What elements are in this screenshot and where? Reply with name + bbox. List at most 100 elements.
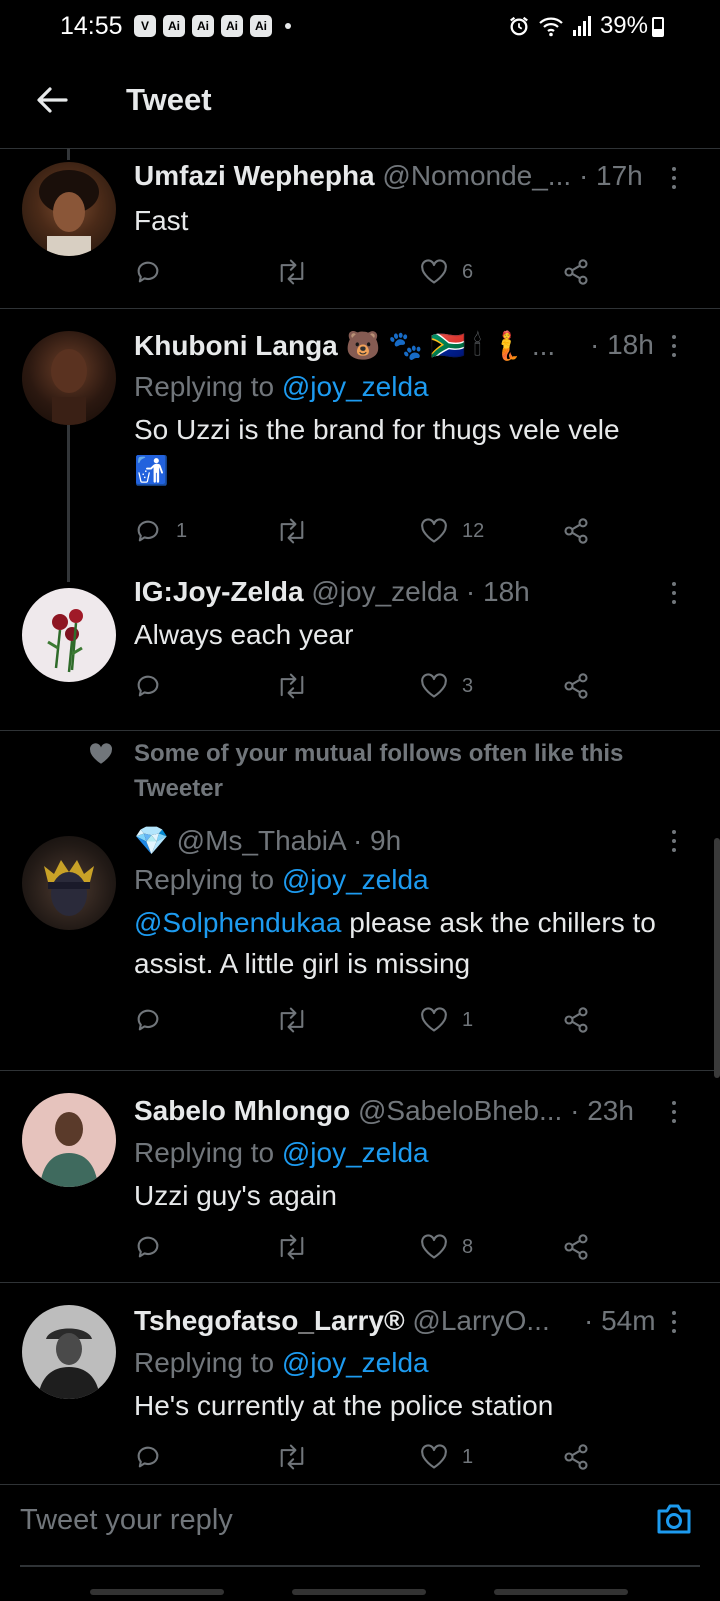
share-button[interactable]	[562, 1437, 590, 1477]
mention-link[interactable]: @joy_zelda	[282, 371, 429, 402]
display-name-emoji[interactable]: 💎	[134, 825, 169, 856]
back-arrow-icon	[37, 87, 68, 113]
status-app-icons: V Ai Ai Ai Ai	[134, 15, 291, 37]
share-button[interactable]	[562, 666, 590, 706]
like-count: 1	[462, 1008, 474, 1031]
display-name[interactable]: Khuboni Langa	[134, 330, 338, 361]
tweet-time: · 54m	[584, 1305, 672, 1337]
share-icon	[564, 673, 588, 699]
more-options-button[interactable]	[664, 1307, 684, 1337]
tweet-header: 💎 @Ms_ThabiA · 9h	[134, 824, 672, 857]
tweet-actions: 3	[134, 666, 614, 706]
display-name[interactable]: Sabelo Mhlongo	[134, 1095, 350, 1126]
avatar[interactable]	[22, 1305, 116, 1399]
retweet-button[interactable]	[276, 1227, 308, 1267]
tweet-text: Fast	[134, 205, 189, 236]
tweet[interactable]: Sabelo Mhlongo @SabeloBheb... · 23h Repl…	[0, 1071, 720, 1281]
display-name[interactable]: IG:Joy-Zelda	[134, 576, 304, 607]
like-button[interactable]: 1	[420, 1000, 473, 1040]
battery-icon	[652, 17, 664, 37]
social-context-text: Some of your mutual follows often like t…	[134, 740, 624, 802]
mention-link[interactable]: @joy_zelda	[282, 1347, 429, 1378]
like-button[interactable]: 6	[420, 252, 473, 292]
reply-button[interactable]	[134, 252, 162, 292]
back-button[interactable]	[30, 78, 74, 122]
reply-button[interactable]: 1	[134, 511, 187, 551]
mention-link[interactable]: @Solphendukaa	[134, 907, 341, 938]
like-button[interactable]: 3	[420, 666, 473, 706]
tweet-text: @Solphendukaa please ask the chillers to…	[134, 902, 680, 984]
reply-button[interactable]	[134, 666, 162, 706]
share-button[interactable]	[562, 1000, 590, 1040]
nav-gesture-bar	[494, 1589, 628, 1595]
like-icon	[421, 1444, 447, 1469]
like-icon	[421, 1007, 447, 1032]
tweet[interactable]: Tshegofatso_Larry® @LarryO... · 54m Repl…	[0, 1283, 720, 1483]
tweet-header: IG:Joy-Zelda @joy_zelda · 18h	[134, 576, 672, 608]
more-options-button[interactable]	[664, 163, 684, 193]
replying-to: Replying to @joy_zelda	[134, 864, 429, 896]
avatar[interactable]	[22, 162, 116, 256]
reply-count: 1	[176, 519, 188, 542]
share-button[interactable]	[562, 1227, 590, 1267]
retweet-icon	[280, 1234, 304, 1260]
tweet[interactable]: 💎 @Ms_ThabiA · 9h Replying to @joy_zelda…	[0, 824, 720, 1070]
reply-button[interactable]	[134, 1437, 162, 1477]
share-button[interactable]	[562, 511, 590, 551]
avatar[interactable]	[22, 836, 116, 930]
avatar[interactable]	[22, 331, 116, 425]
tweet-actions: 6	[134, 252, 614, 292]
tweet-time: · 18h	[590, 329, 672, 361]
retweet-icon	[280, 1444, 304, 1470]
timestamp: · 18h	[590, 329, 654, 360]
tweet[interactable]: Umfazi Wephepha @Nomonde_... · 17h Fast …	[0, 148, 720, 308]
more-options-button[interactable]	[664, 578, 684, 608]
retweet-button[interactable]	[276, 1000, 308, 1040]
retweet-button[interactable]	[276, 252, 308, 292]
tweet[interactable]: IG:Joy-Zelda @joy_zelda · 18h Always eac…	[0, 570, 720, 730]
retweet-icon	[280, 518, 304, 544]
camera-button[interactable]	[652, 1497, 696, 1541]
username[interactable]: @SabeloBheb...	[358, 1095, 562, 1126]
more-options-button[interactable]	[664, 826, 684, 856]
more-options-button[interactable]	[664, 331, 684, 361]
display-name[interactable]: Tshegofatso_Larry®	[134, 1305, 405, 1336]
replying-prefix: Replying to	[134, 864, 275, 895]
avatar[interactable]	[22, 1093, 116, 1187]
tweet[interactable]: Khuboni Langa 🐻 🐾 🇿🇦 🕯 🧜 ... · 18h Reply…	[0, 309, 720, 569]
like-button[interactable]: 12	[420, 511, 484, 551]
app-badge-icon: Ai	[221, 15, 243, 37]
reply-button[interactable]	[134, 1000, 162, 1040]
trash-emoji: 🚮	[134, 455, 169, 486]
retweet-button[interactable]	[276, 511, 308, 551]
mention-link[interactable]: @joy_zelda	[282, 1137, 429, 1168]
username[interactable]: @Nomonde_...	[382, 160, 571, 191]
username[interactable]: @joy_zelda	[311, 576, 458, 607]
share-icon	[564, 259, 588, 285]
avatar[interactable]	[22, 588, 116, 682]
tweet-actions: 8	[134, 1227, 614, 1267]
timestamp: · 9h	[352, 825, 402, 856]
display-name[interactable]: Umfazi Wephepha	[134, 160, 375, 191]
reply-icon	[137, 675, 159, 697]
scrollbar[interactable]	[714, 838, 720, 1078]
retweet-button[interactable]	[276, 666, 308, 706]
retweet-icon	[280, 259, 304, 285]
name-emoji: 🐻 🐾 🇿🇦 🕯 🧜 ...	[345, 330, 556, 361]
status-bar: 14:55 V Ai Ai Ai Ai 39%	[0, 0, 720, 56]
like-icon	[421, 1234, 447, 1259]
more-options-button[interactable]	[664, 1097, 684, 1127]
like-icon	[421, 259, 447, 284]
share-button[interactable]	[562, 252, 590, 292]
like-button[interactable]: 8	[420, 1227, 473, 1267]
username[interactable]: @LarryO...	[412, 1305, 549, 1336]
tweet-text: Always each year	[134, 619, 354, 650]
like-count: 3	[462, 674, 474, 697]
retweet-button[interactable]	[276, 1437, 308, 1477]
mention-link[interactable]: @joy_zelda	[282, 864, 429, 895]
username[interactable]: @Ms_ThabiA	[177, 825, 346, 856]
reply-input[interactable]: Tweet your reply	[20, 1497, 600, 1543]
reply-button[interactable]	[134, 1227, 162, 1267]
like-button[interactable]: 1	[420, 1437, 473, 1477]
replying-to: Replying to @joy_zelda	[134, 371, 429, 403]
